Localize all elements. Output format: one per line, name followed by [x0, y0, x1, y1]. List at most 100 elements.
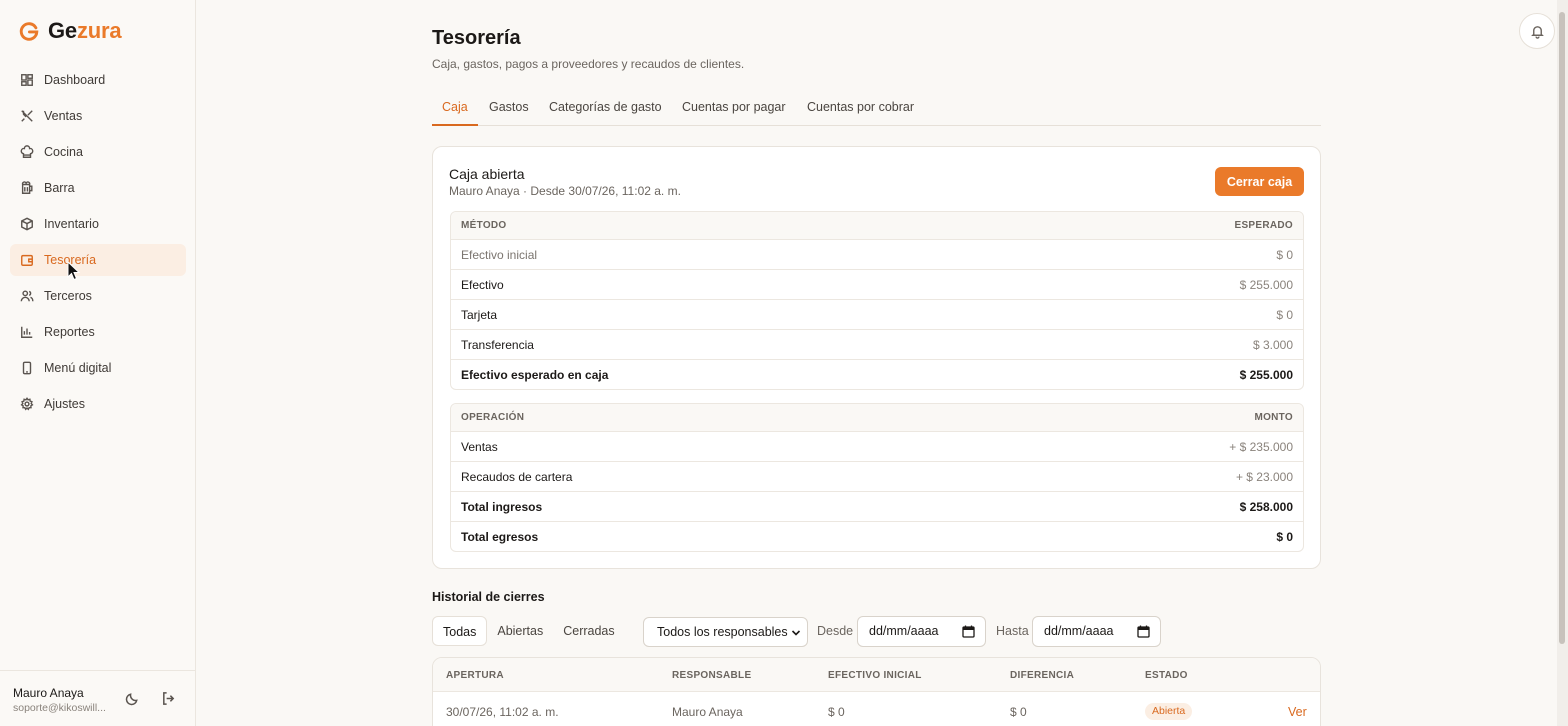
row-value: + $ 235.000 — [1229, 439, 1293, 454]
scrollbar-thumb[interactable] — [1559, 12, 1565, 644]
column-header: OPERACIÓN — [461, 412, 525, 423]
table-header: OPERACIÓN MONTO — [451, 404, 1303, 431]
sidebar-item-ventas[interactable]: Ventas — [10, 100, 186, 132]
filter-cerradas[interactable]: Cerradas — [553, 616, 624, 646]
tab-categorias-gasto[interactable]: Categorías de gasto — [549, 92, 662, 126]
column-header: ESTADO — [1145, 670, 1188, 681]
row-label: Recaudos de cartera — [461, 469, 573, 484]
tabs: Caja Gastos Categorías de gasto Cuentas … — [432, 92, 1321, 126]
calendar-icon[interactable] — [1137, 625, 1150, 638]
theme-toggle-button[interactable] — [125, 691, 141, 707]
sidebar-item-label: Barra — [44, 181, 75, 195]
row-label: Transferencia — [461, 337, 534, 352]
tab-gastos[interactable]: Gastos — [489, 92, 529, 126]
row-label: Total ingresos — [461, 499, 543, 514]
column-header: MONTO — [1254, 412, 1293, 423]
to-date-input[interactable]: dd/mm/aaaa — [1032, 616, 1161, 647]
row-value: $ 0 — [1276, 247, 1293, 262]
table-header: APERTURA RESPONSABLE EFECTIVO INICIAL DI… — [433, 658, 1320, 692]
column-header: DIFERENCIA — [1010, 670, 1075, 681]
table-row-total: Total ingresos $ 258.000 — [451, 491, 1303, 521]
gear-icon — [20, 397, 34, 411]
tab-cuentas-por-pagar[interactable]: Cuentas por pagar — [682, 92, 786, 126]
user-panel: Mauro Anaya soporte@kikoswill... — [0, 670, 196, 726]
gezura-logo-icon — [19, 22, 39, 41]
bell-icon — [1530, 25, 1544, 39]
sidebar-item-label: Dashboard — [44, 73, 106, 87]
logout-button[interactable] — [161, 691, 177, 707]
sidebar-item-menu-digital[interactable]: Menú digital — [10, 352, 186, 384]
filter-abiertas[interactable]: Abiertas — [487, 616, 553, 646]
bar-chart-icon — [20, 325, 34, 339]
row-value: $ 258.000 — [1239, 499, 1293, 514]
sidebar-item-label: Ventas — [44, 109, 83, 123]
cell-apertura: 30/07/26, 11:02 a. m. — [446, 705, 559, 719]
page-scrollbar[interactable] — [1557, 0, 1568, 726]
brand-logo[interactable]: Gezura — [18, 18, 122, 44]
sidebar-item-barra[interactable]: Barra — [10, 172, 186, 204]
cell-responsable: Mauro Anaya — [672, 705, 743, 719]
cell-efectivo-inicial: $ 0 — [828, 705, 845, 719]
responsible-select[interactable]: Todos los responsables — [643, 617, 808, 647]
user-email: soporte@kikoswill... — [13, 702, 106, 714]
sidebar-item-label: Terceros — [44, 289, 92, 303]
beer-icon — [20, 181, 34, 195]
page-title: Tesorería — [432, 27, 521, 49]
to-label: Hasta — [996, 624, 1029, 638]
chef-hat-icon — [20, 145, 34, 159]
row-value: + $ 23.000 — [1235, 469, 1293, 484]
sidebar-item-terceros[interactable]: Terceros — [10, 280, 186, 312]
column-header: RESPONSABLE — [672, 670, 752, 681]
close-caja-button[interactable]: Cerrar caja — [1215, 167, 1304, 196]
from-date-placeholder: dd/mm/aaaa — [869, 624, 939, 638]
sidebar-item-label: Menú digital — [44, 361, 112, 375]
notifications-button[interactable] — [1519, 13, 1555, 49]
table-row: Tarjeta $ 0 — [451, 299, 1303, 329]
chevron-down-icon — [791, 630, 801, 636]
history-status-filter: Todas Abiertas Cerradas — [432, 616, 625, 646]
row-value: $ 255.000 — [1239, 367, 1293, 382]
tab-cuentas-por-cobrar[interactable]: Cuentas por cobrar — [807, 92, 914, 126]
responsible-select-value: Todos los responsables — [657, 625, 788, 639]
row-value: $ 3.000 — [1252, 337, 1293, 352]
column-header: APERTURA — [446, 670, 504, 681]
brand-name: Gezura — [48, 18, 122, 43]
logout-icon — [163, 692, 175, 705]
tab-caja[interactable]: Caja — [432, 92, 478, 126]
sidebar-item-reportes[interactable]: Reportes — [10, 316, 186, 348]
history-table: APERTURA RESPONSABLE EFECTIVO INICIAL DI… — [432, 657, 1321, 726]
sidebar-item-dashboard[interactable]: Dashboard — [10, 64, 186, 96]
row-value: $ 0 — [1276, 529, 1293, 544]
history-title: Historial de cierres — [432, 590, 545, 604]
row-label: Efectivo — [461, 277, 504, 292]
table-row: Ventas + $ 235.000 — [451, 431, 1303, 461]
filter-todas[interactable]: Todas — [432, 616, 488, 646]
sidebar-item-cocina[interactable]: Cocina — [10, 136, 186, 168]
sidebar-item-inventario[interactable]: Inventario — [10, 208, 186, 240]
view-link[interactable]: Ver — [1288, 705, 1307, 719]
caja-subtitle: Mauro Anaya · Desde 30/07/26, 11:02 a. m… — [449, 184, 681, 198]
dashboard-icon — [20, 73, 34, 87]
column-header: MÉTODO — [461, 220, 507, 231]
smartphone-icon — [20, 361, 34, 375]
methods-table: MÉTODO ESPERADO Efectivo inicial $ 0 Efe… — [450, 211, 1304, 390]
operations-table: OPERACIÓN MONTO Ventas + $ 235.000 Recau… — [450, 403, 1304, 552]
mouse-cursor-icon — [67, 261, 81, 281]
row-label: Ventas — [461, 439, 498, 454]
moon-icon — [125, 693, 138, 706]
sidebar-item-label: Inventario — [44, 217, 99, 231]
row-label: Efectivo esperado en caja — [461, 367, 609, 382]
from-date-input[interactable]: dd/mm/aaaa — [857, 616, 986, 647]
sidebar-item-tesoreria[interactable]: Tesorería — [10, 244, 186, 276]
calendar-icon[interactable] — [962, 625, 975, 638]
table-row-total: Efectivo esperado en caja $ 255.000 — [451, 359, 1303, 389]
utensils-icon — [20, 109, 34, 123]
table-row-total: Total egresos $ 0 — [451, 521, 1303, 551]
sidebar-item-label: Reportes — [44, 325, 95, 339]
table-row: Transferencia $ 3.000 — [451, 329, 1303, 359]
row-value: $ 255.000 — [1239, 277, 1293, 292]
table-row: Efectivo inicial $ 0 — [451, 239, 1303, 269]
to-date-placeholder: dd/mm/aaaa — [1044, 624, 1114, 638]
caja-title: Caja abierta — [449, 166, 525, 182]
sidebar-item-ajustes[interactable]: Ajustes — [10, 388, 186, 420]
